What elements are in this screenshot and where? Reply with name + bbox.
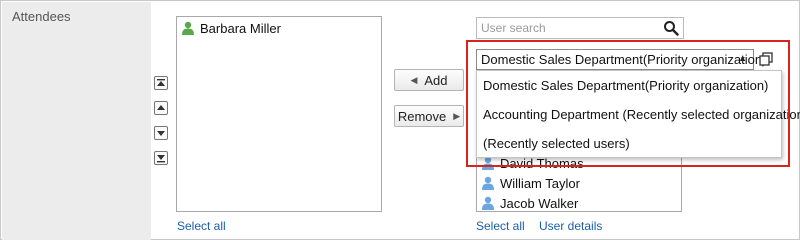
attendees-field-row: Attendees Barbara Miller Select all ◀ Ad… — [0, 0, 800, 240]
list-item-label: Barbara Miller — [200, 20, 281, 36]
arrow-left-icon: ◀ — [410, 74, 418, 85]
list-item[interactable]: Barbara Miller — [177, 18, 381, 38]
user-icon — [181, 21, 195, 35]
user-icon — [481, 176, 495, 190]
remove-button[interactable]: Remove ▶ — [394, 105, 464, 127]
move-down-button[interactable] — [154, 126, 168, 140]
remove-button-label: Remove — [397, 108, 447, 124]
user-search-input[interactable] — [477, 18, 657, 38]
select-all-selected-link[interactable]: Select all — [177, 219, 226, 233]
selected-attendees-list[interactable]: Barbara Miller — [176, 16, 382, 212]
move-up-icon — [157, 105, 165, 110]
list-item-label: William Taylor — [500, 175, 580, 191]
add-button[interactable]: ◀ Add — [394, 69, 464, 91]
list-item[interactable]: Jacob Walker — [477, 193, 681, 213]
list-item-label: Jacob Walker — [500, 195, 579, 211]
move-down-icon — [157, 131, 165, 136]
move-to-bottom-icon — [157, 155, 165, 163]
field-label-cell: Attendees — [2, 2, 151, 240]
move-to-top-button[interactable] — [154, 76, 168, 90]
search-icon[interactable] — [663, 20, 679, 36]
user-search-box — [476, 17, 684, 39]
move-to-bottom-button[interactable] — [154, 151, 168, 165]
list-item[interactable]: William Taylor — [477, 173, 681, 193]
move-to-top-icon — [157, 79, 165, 86]
field-label: Attendees — [12, 9, 71, 24]
select-all-candidates-link[interactable]: Select all — [476, 219, 525, 233]
highlight-frame — [466, 40, 790, 167]
user-icon — [481, 196, 495, 210]
move-up-button[interactable] — [154, 101, 168, 115]
add-button-label: Add — [424, 72, 448, 88]
arrow-right-icon: ▶ — [453, 110, 461, 121]
user-details-link[interactable]: User details — [539, 219, 602, 233]
